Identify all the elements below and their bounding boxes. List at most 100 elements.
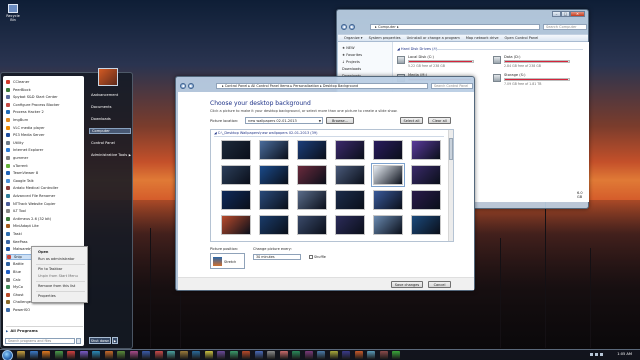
start-menu-program[interactable]: KeePass (6, 239, 83, 245)
start-menu-program[interactable]: Taskl (6, 231, 83, 237)
nav-item[interactable]: Downloads (342, 67, 361, 71)
start-menu-program[interactable]: MiniAdapt Lite (6, 223, 83, 229)
start-menu-program[interactable]: Internet Explorer (6, 147, 83, 153)
scrollbar-thumb[interactable] (449, 138, 453, 160)
start-menu-place[interactable]: Documents (89, 104, 131, 110)
search-input[interactable]: Search Computer (543, 24, 587, 30)
taskbar-app-button[interactable] (192, 351, 200, 359)
taskbar-app-button[interactable] (67, 351, 75, 359)
wallpaper-thumbnail[interactable] (411, 215, 441, 235)
wallpaper-thumbnail[interactable] (259, 140, 289, 160)
start-search-input[interactable]: Search programs and files (5, 338, 75, 344)
search-input[interactable]: Search Control Panel (431, 83, 473, 89)
start-menu-program[interactable]: ILT Tool (6, 208, 83, 214)
start-menu-place[interactable]: Control Panel (89, 140, 131, 146)
taskbar-app-button[interactable] (204, 351, 213, 359)
context-menu-item[interactable]: Run as administrator (33, 256, 87, 262)
wallpaper-thumbnail[interactable] (371, 163, 405, 187)
start-menu-program[interactable]: Ardalo Medical Controller (6, 185, 83, 191)
nav-item[interactable]: ↓ Projects (342, 60, 360, 64)
taskbar-app-button[interactable] (242, 351, 250, 359)
start-menu-program[interactable]: gummer (6, 155, 83, 161)
shuffle-checkbox[interactable]: Shuffle (309, 255, 326, 259)
taskbar-app-button[interactable] (117, 351, 125, 359)
wallpaper-thumbnail[interactable] (259, 215, 289, 235)
clear-all-button[interactable]: Clear all (428, 117, 451, 124)
cancel-button[interactable]: Cancel (428, 281, 451, 288)
taskbar-app-button[interactable] (29, 351, 38, 359)
tray-icon[interactable] (595, 353, 598, 356)
taskbar-app-button[interactable] (292, 351, 300, 359)
start-menu-place[interactable]: Aadvancement (89, 92, 131, 98)
wallpaper-thumbnail[interactable] (297, 140, 327, 160)
taskbar-app-button[interactable] (367, 351, 375, 359)
start-menu-program[interactable]: PeerBlock (6, 87, 83, 93)
all-programs-button[interactable]: All Programs (6, 326, 83, 333)
start-menu-program[interactable]: Google Talk (6, 178, 83, 184)
select-all-button[interactable]: Select all (400, 117, 423, 124)
picture-position-select[interactable]: Stretch (210, 253, 245, 269)
open-control-panel-button[interactable]: Open Control Panel (505, 36, 539, 40)
uninstall-program-button[interactable]: Uninstall or change a program (407, 36, 460, 40)
desktop-icon-recycle-bin[interactable]: Recycle Bin (4, 4, 22, 22)
taskbar-app-button[interactable] (142, 351, 150, 359)
start-menu-program[interactable]: uTorrent (6, 163, 83, 169)
taskbar-app-button[interactable] (42, 351, 50, 359)
start-menu-program[interactable]: NTTrack Website Copier (6, 201, 83, 207)
start-menu-program[interactable]: VLC media player (6, 125, 83, 131)
wallpaper-thumbnail[interactable] (373, 215, 403, 235)
address-bar[interactable]: ▸ Computer ▸ (370, 24, 540, 30)
taskbar-app-button[interactable] (379, 351, 388, 359)
wallpaper-thumbnail[interactable] (411, 140, 441, 160)
nav-item[interactable]: ★ NEW (342, 46, 355, 50)
taskbar-app-button[interactable] (267, 351, 275, 359)
drive-d[interactable]: Data (D:) 2.84 GB free of 238 GB (493, 55, 573, 71)
folder-header[interactable]: ◢ C:\_Desktop Wallpapers\new wallpapers … (214, 131, 317, 135)
drive-s[interactable]: Storage (S:) 7.09 GB free of 1.81 TB (493, 73, 573, 89)
wallpaper-thumbnail[interactable] (297, 215, 327, 235)
taskbar-app-button[interactable] (217, 351, 225, 359)
taskbar-app-button[interactable] (167, 351, 175, 359)
start-menu-program[interactable]: CCleaner (6, 79, 83, 85)
start-menu-program[interactable]: TeamViewer 8 (6, 170, 83, 176)
back-button[interactable]: ◀ (341, 24, 347, 30)
forward-button[interactable]: ▶ (188, 83, 194, 89)
wallpaper-thumbnail[interactable] (373, 140, 403, 160)
context-menu-item[interactable]: Remove from this list (33, 283, 87, 289)
wallpaper-thumbnail[interactable] (335, 215, 365, 235)
address-bar[interactable]: ▸ Control Panel ▸ All Control Panel Item… (216, 83, 428, 89)
taskbar-app-button[interactable] (304, 351, 313, 359)
taskbar-app-button[interactable] (392, 351, 400, 359)
picture-location-select[interactable]: new wallpapers 02-01-2013 ▼ (245, 117, 323, 124)
drive-c[interactable]: Local Disk (C:) 5.22 GB free of 238 GB (397, 55, 477, 71)
back-button[interactable]: ◀ (180, 83, 186, 89)
taskbar-app-button[interactable] (154, 351, 163, 359)
wallpaper-thumbnail[interactable] (221, 165, 251, 185)
taskbar-app-button[interactable] (254, 351, 263, 359)
start-menu-place[interactable]: Downloads (89, 116, 131, 122)
start-menu-program[interactable]: Configure Process Blocker (6, 102, 83, 108)
tray-icon[interactable] (600, 353, 603, 356)
taskbar-app-button[interactable] (279, 351, 288, 359)
wallpaper-thumbnail[interactable] (297, 190, 327, 210)
taskbar-app-button[interactable] (354, 351, 363, 359)
taskbar-app-button[interactable] (229, 351, 238, 359)
organize-button[interactable]: Organize ▾ (344, 36, 363, 40)
taskbar-app-button[interactable] (17, 351, 25, 359)
search-icon[interactable] (76, 338, 81, 344)
wallpaper-thumbnail[interactable] (373, 190, 403, 210)
taskbar-app-button[interactable] (179, 351, 188, 359)
gallery-scrollbar[interactable] (448, 130, 453, 241)
browse-button[interactable]: Browse... (326, 117, 354, 124)
context-menu-item[interactable]: Open (33, 249, 87, 255)
start-menu-place[interactable]: Administrative Tools ▶ (89, 152, 131, 158)
start-menu-program[interactable]: PS3 Media Server (6, 132, 83, 138)
forward-button[interactable]: ▶ (349, 24, 355, 30)
wallpaper-thumbnail[interactable] (411, 165, 441, 185)
system-properties-button[interactable]: System properties (369, 36, 401, 40)
start-menu-program[interactable]: Process Hacker 2 (6, 109, 83, 115)
tray-icon[interactable] (590, 353, 593, 356)
taskbar-app-button[interactable] (104, 351, 113, 359)
taskbar-app-button[interactable] (92, 351, 100, 359)
start-menu-program[interactable]: ImgBurn (6, 117, 83, 123)
